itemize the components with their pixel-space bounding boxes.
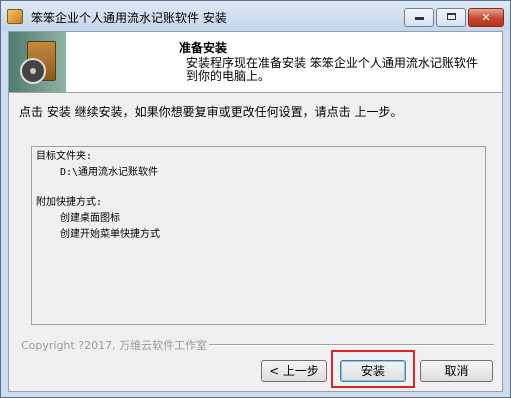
summary-gap bbox=[36, 181, 485, 195]
cancel-button[interactable]: 取消 bbox=[420, 360, 493, 382]
window-title: 笨笨企业个人通用流水记账软件 安装 bbox=[31, 11, 227, 25]
back-button[interactable]: < 上一步 bbox=[261, 360, 327, 382]
shortcut-task-desktop: 创建桌面图标 bbox=[60, 213, 120, 224]
dest-folder-label: 目标文件夹: bbox=[36, 151, 93, 162]
installer-window: 笨笨企业个人通用流水记账软件 安装 ✕ 准备安装 安装程序现在准备安装 笨笨企业… bbox=[0, 0, 511, 398]
ready-summary-memo[interactable]: 目标文件夹: D:\通用流水记账软件 附加快捷方式: 创建桌面图标 创建开始菜单… bbox=[31, 146, 486, 325]
maximize-button[interactable] bbox=[436, 8, 466, 27]
wizard-header: 准备安装 安装程序现在准备安装 笨笨企业个人通用流水记账软件 到你的电脑上。 bbox=[9, 32, 502, 93]
title-bar[interactable]: 笨笨企业个人通用流水记账软件 安装 ✕ bbox=[1, 1, 510, 31]
disc-shape bbox=[20, 58, 46, 84]
page-title: 准备安装 bbox=[179, 41, 228, 55]
maximize-icon bbox=[446, 13, 456, 20]
copyright-row: Copyright ?2017, 万维云软件工作室 bbox=[21, 337, 499, 352]
install-button[interactable]: 安装 bbox=[340, 360, 406, 382]
app-icon bbox=[7, 9, 23, 24]
dest-folder-value: D:\通用流水记账软件 bbox=[60, 167, 159, 178]
close-icon: ✕ bbox=[481, 11, 491, 24]
footer-divider bbox=[209, 344, 494, 346]
disc-hole bbox=[30, 68, 36, 74]
shortcuts-label: 附加快捷方式: bbox=[36, 197, 103, 208]
close-button[interactable]: ✕ bbox=[468, 8, 504, 27]
shortcut-task-startmenu: 创建开始菜单快捷方式 bbox=[60, 229, 160, 240]
copyright-text: Copyright ?2017, 万维云软件工作室 bbox=[21, 339, 208, 352]
installer-box-disc-icon bbox=[9, 32, 66, 92]
page-subtitle: 安装程序现在准备安装 笨笨企业个人通用流水记账软件 到你的电脑上。 bbox=[186, 56, 478, 83]
minimize-button[interactable] bbox=[404, 8, 434, 27]
minimize-icon bbox=[414, 17, 424, 20]
wizard-body: 准备安装 安装程序现在准备安装 笨笨企业个人通用流水记账软件 到你的电脑上。 点… bbox=[8, 31, 503, 392]
instruction-text: 点击 安装 继续安装，如果你想要复审或更改任何设置，请点击 上一步。 bbox=[19, 105, 403, 119]
